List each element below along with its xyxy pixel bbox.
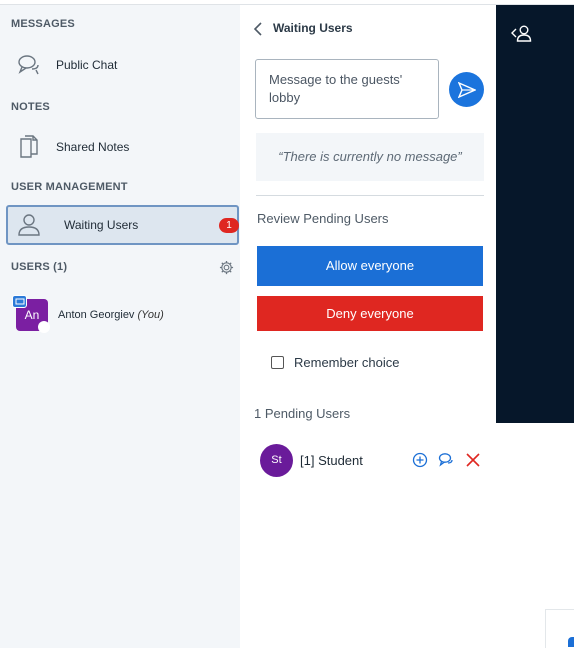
close-icon[interactable] bbox=[465, 452, 481, 468]
sidebar-item-shared-notes[interactable]: Shared Notes bbox=[6, 127, 239, 167]
guest-lobby-message-input[interactable]: Message to the guests' lobby bbox=[255, 59, 439, 119]
notes-section-title: NOTES bbox=[11, 101, 50, 113]
pending-users-count: 1 Pending Users bbox=[254, 406, 351, 421]
presentation-area bbox=[496, 5, 574, 423]
deny-everyone-button[interactable]: Deny everyone bbox=[257, 296, 483, 331]
waiting-users-panel: Waiting Users Message to the guests' lob… bbox=[240, 5, 496, 648]
divider bbox=[256, 195, 484, 196]
sidebar: MESSAGES Public Chat NOTES Shared Notes … bbox=[0, 5, 240, 648]
review-pending-label: Review Pending Users bbox=[257, 211, 389, 226]
private-chat-icon[interactable] bbox=[438, 452, 454, 468]
top-divider bbox=[0, 0, 574, 5]
users-section-title: USERS (1) bbox=[11, 261, 68, 273]
chevron-left-icon[interactable] bbox=[253, 22, 263, 36]
pending-user-row: St [1] Student bbox=[260, 443, 490, 477]
panel-title[interactable]: Waiting Users bbox=[273, 21, 353, 35]
notes-icon bbox=[20, 135, 38, 158]
user-list-item[interactable]: An Anton Georgiev (You) bbox=[12, 295, 236, 333]
you-label: (You) bbox=[137, 309, 164, 321]
sidebar-item-waiting-users[interactable]: Waiting Users 1 bbox=[6, 205, 239, 245]
waiting-users-label: Waiting Users bbox=[64, 218, 139, 232]
gear-icon[interactable] bbox=[219, 260, 234, 275]
lobby-message-display: “There is currently no message” bbox=[256, 133, 484, 181]
remember-choice-checkbox[interactable] bbox=[271, 356, 284, 369]
user-list-toggle-icon[interactable] bbox=[511, 24, 533, 44]
send-message-button[interactable] bbox=[449, 72, 484, 107]
remember-choice[interactable]: Remember choice bbox=[271, 355, 400, 370]
corner-indicator bbox=[568, 637, 574, 647]
shared-notes-label: Shared Notes bbox=[56, 140, 130, 154]
user-name-text: Anton Georgiev bbox=[58, 309, 135, 321]
messages-section-title: MESSAGES bbox=[11, 18, 75, 30]
pending-user-name: [1] Student bbox=[300, 453, 363, 468]
pending-user-avatar: St bbox=[260, 444, 293, 477]
add-icon[interactable] bbox=[412, 452, 428, 468]
public-chat-label: Public Chat bbox=[56, 58, 118, 72]
user-icon bbox=[18, 214, 40, 236]
chat-icon bbox=[18, 55, 39, 75]
sidebar-item-public-chat[interactable]: Public Chat bbox=[6, 45, 239, 85]
avatar-status-indicator bbox=[38, 321, 50, 333]
waiting-count-badge: 1 bbox=[219, 218, 239, 233]
send-icon bbox=[458, 82, 476, 98]
allow-everyone-button[interactable]: Allow everyone bbox=[257, 246, 483, 286]
user-name: Anton Georgiev (You) bbox=[58, 309, 164, 321]
remember-choice-label: Remember choice bbox=[294, 355, 400, 370]
presenter-badge-icon bbox=[12, 295, 27, 308]
user-management-section-title: USER MANAGEMENT bbox=[11, 181, 128, 193]
